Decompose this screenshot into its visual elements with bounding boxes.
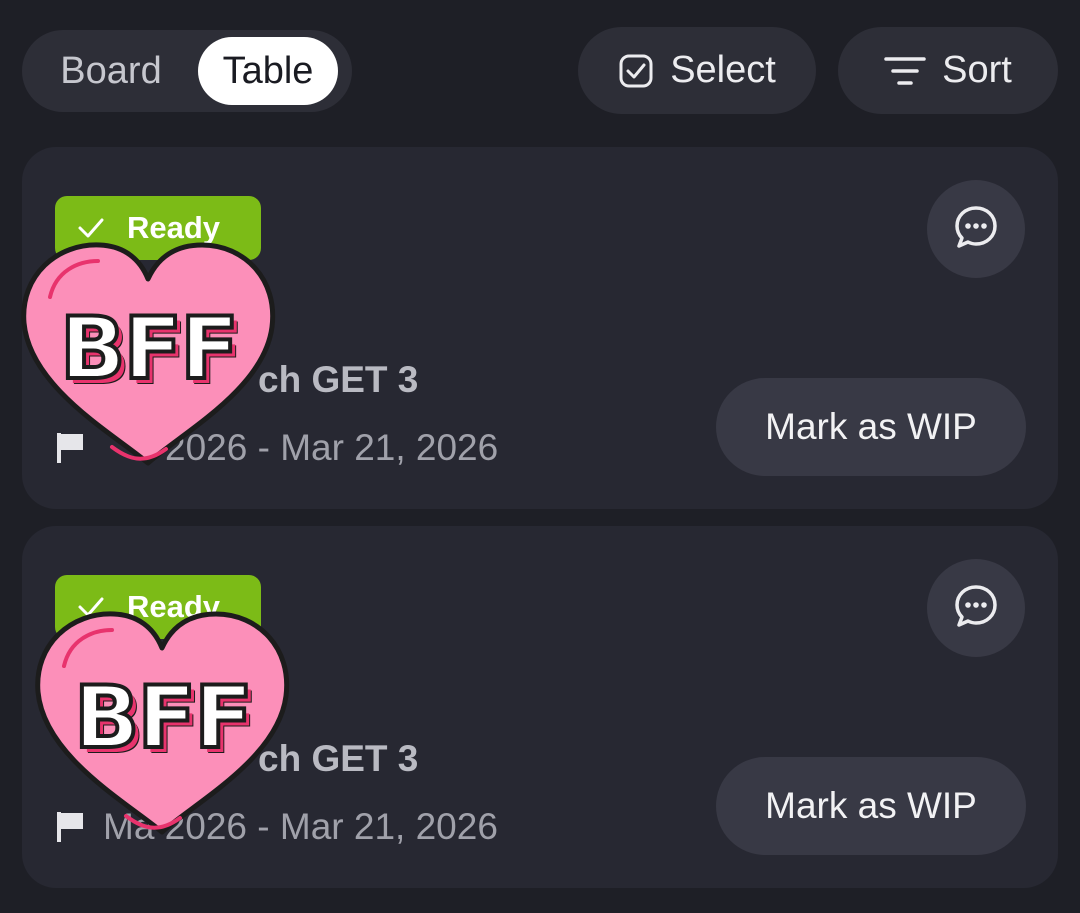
view-option-board[interactable]: Board [34, 37, 188, 105]
toolbar: Board Table Select Sort [0, 0, 1080, 130]
bff-heart-sticker: BFF [30, 606, 295, 846]
comment-button[interactable] [927, 559, 1025, 657]
sort-button[interactable]: Sort [838, 27, 1058, 114]
select-label: Select [670, 49, 776, 91]
chat-bubble-icon [952, 203, 1000, 256]
view-toggle: Board Table [22, 30, 352, 112]
checkbox-icon [618, 53, 654, 89]
sort-lines-icon [884, 54, 926, 88]
bff-heart-sticker: BFF [16, 237, 281, 477]
sticker-text: BFF [58, 297, 241, 401]
select-button[interactable]: Select [578, 27, 816, 114]
mark-as-wip-button[interactable]: Mark as WIP [716, 378, 1026, 476]
sticker-text: BFF [72, 666, 255, 770]
mark-as-wip-button[interactable]: Mark as WIP [716, 757, 1026, 855]
check-icon [77, 217, 105, 239]
sort-label: Sort [942, 49, 1012, 91]
chat-bubble-icon [952, 582, 1000, 635]
task-card[interactable]: Ready ch GET 3 Ma 2026 - Mar 21, 2026 Ma… [22, 526, 1058, 888]
task-card[interactable]: Ready ch GET 3 2026 - Mar 21, 2026 Mark … [21, 147, 1058, 509]
view-option-table[interactable]: Table [198, 37, 338, 105]
comment-button[interactable] [927, 180, 1025, 278]
task-list-screen: Board Table Select Sort Ready ch GET 3 2… [0, 0, 1080, 913]
task-title: ch GET 3 [258, 359, 419, 400]
